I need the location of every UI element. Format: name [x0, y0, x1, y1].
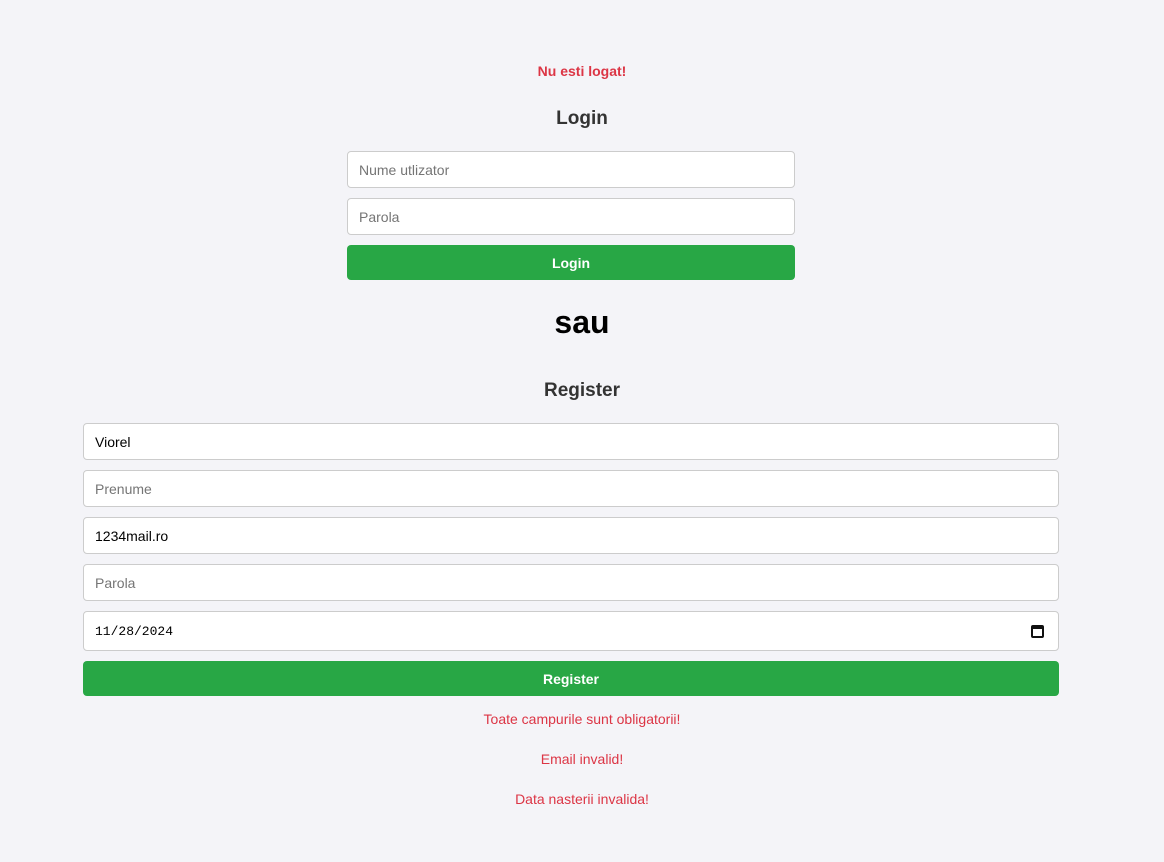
- calendar-icon[interactable]: [1031, 624, 1044, 638]
- birthdate-value: 11/28/2024: [95, 623, 174, 639]
- username-input[interactable]: Nume utlizator: [347, 151, 795, 188]
- register-password-input[interactable]: Parola: [83, 564, 1059, 601]
- register-title: Register: [543, 380, 621, 401]
- login-status-message: Nu esti logat!: [537, 63, 627, 79]
- separator-text: sau: [554, 304, 610, 340]
- error-invalid-birthdate: Data nasterii invalida!: [515, 791, 649, 807]
- login-button[interactable]: Login: [347, 245, 795, 280]
- error-required-fields: Toate campurile sunt obligatorii!: [483, 711, 681, 727]
- nume-input[interactable]: Viorel: [83, 423, 1059, 460]
- register-button-label: Register: [542, 670, 600, 687]
- login-title: Login: [556, 108, 608, 129]
- login-button-label: Login: [551, 254, 591, 271]
- login-password-input[interactable]: Parola: [347, 198, 795, 235]
- prenume-input[interactable]: Prenume: [83, 470, 1059, 507]
- register-button[interactable]: Register: [83, 661, 1059, 696]
- email-value: 1234mail.ro: [95, 527, 169, 544]
- username-placeholder: Nume utlizator: [359, 161, 450, 178]
- birthdate-input[interactable]: 11/28/2024: [83, 611, 1059, 651]
- error-invalid-email: Email invalid!: [540, 751, 624, 767]
- email-input[interactable]: 1234mail.ro: [83, 517, 1059, 554]
- register-password-placeholder: Parola: [95, 574, 136, 591]
- auth-page: Nu esti logat! Login Nume utlizator Paro…: [0, 0, 1164, 862]
- login-password-placeholder: Parola: [359, 208, 400, 225]
- prenume-placeholder: Prenume: [95, 480, 152, 497]
- nume-value: Viorel: [95, 433, 131, 450]
